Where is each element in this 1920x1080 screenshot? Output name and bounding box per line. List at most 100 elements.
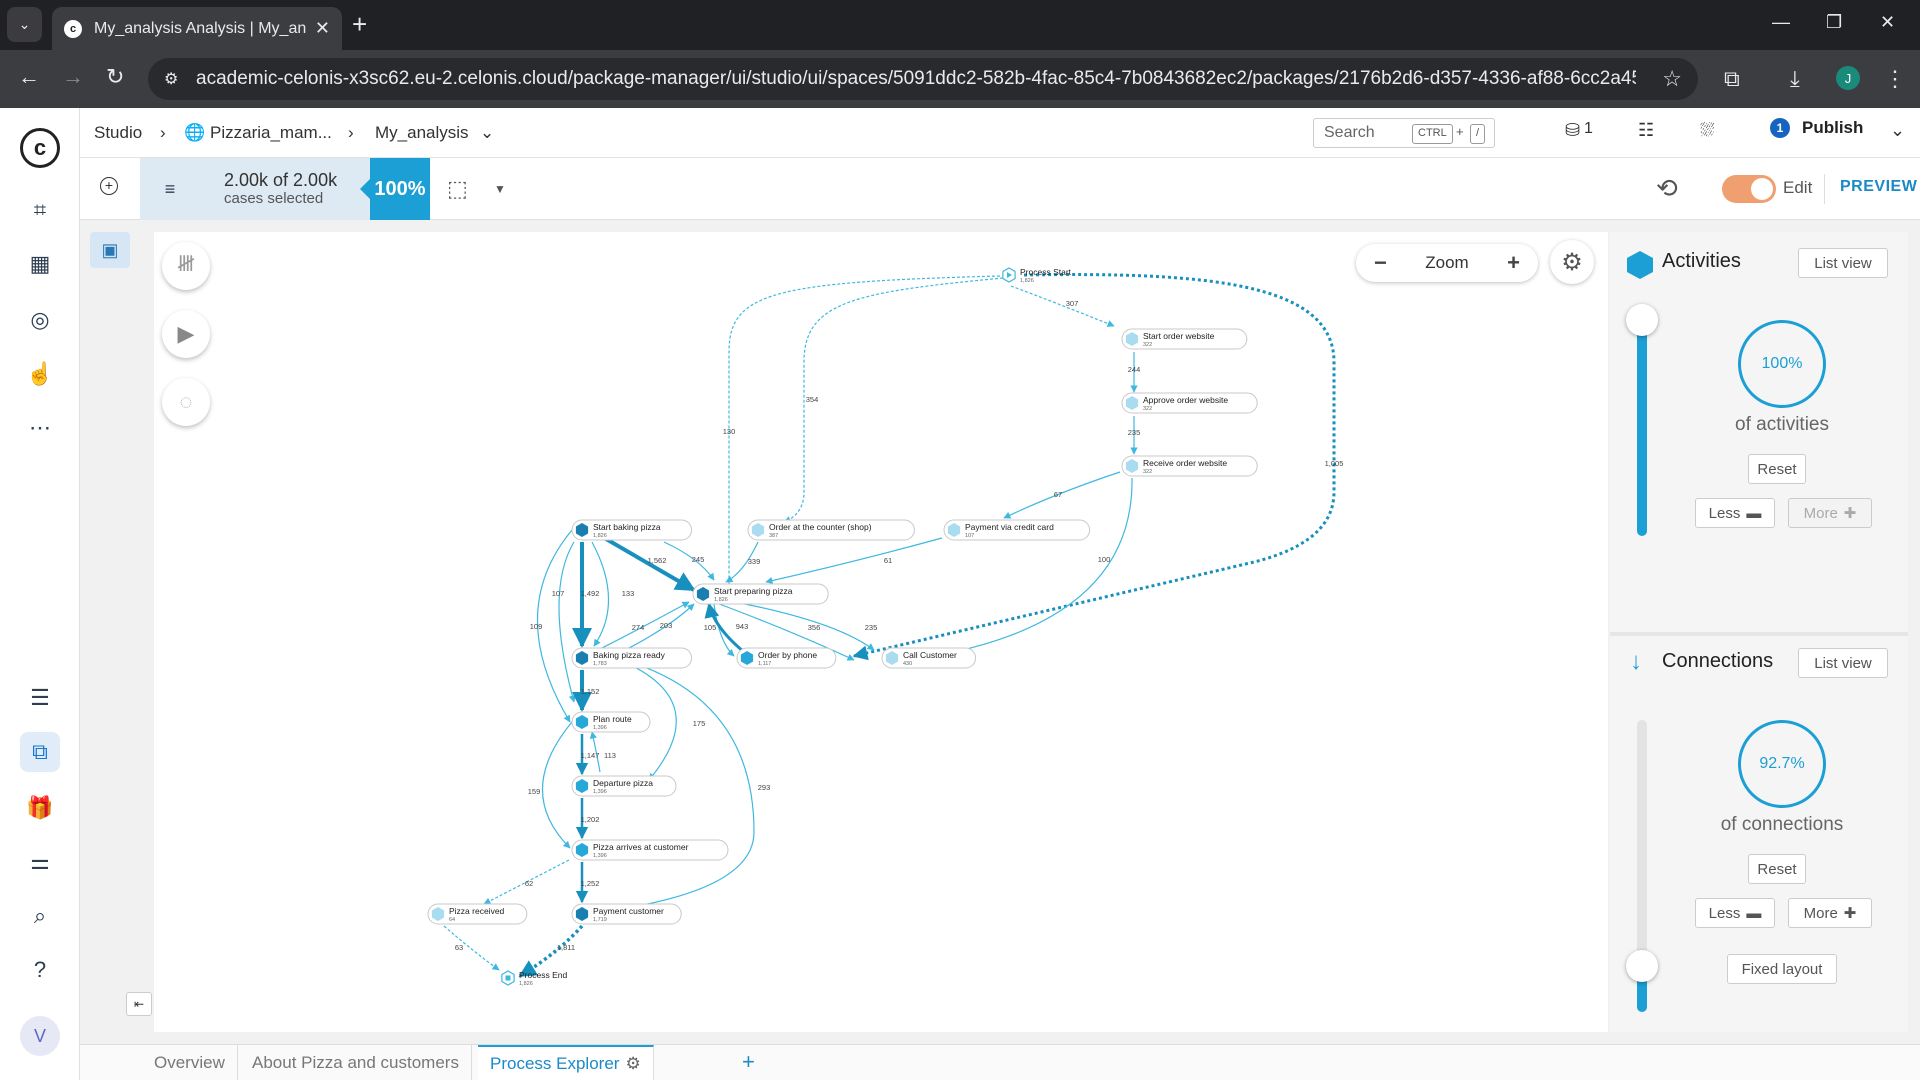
more-dots-icon[interactable]: ⋯ [20,408,60,448]
collapse-panel-icon[interactable]: ⇤ [126,992,152,1016]
selection-tool-icon[interactable]: ⬚ [447,176,468,202]
activity-node[interactable]: Start baking pizza1,826 [571,519,693,541]
publish-button[interactable]: 1 Publish [1770,118,1863,138]
graph-edge[interactable] [443,925,500,971]
activity-node[interactable]: Pizza arrives at customer1,396 [571,839,729,861]
download-icon[interactable]: ⤓ [1790,66,1800,92]
play-animation-icon[interactable]: ▶ [162,310,210,358]
connections-list-view-button[interactable]: List view [1798,648,1888,678]
connections-reset-button[interactable]: Reset [1748,854,1806,884]
compass-icon[interactable]: ◎ [20,300,60,340]
add-tab-button[interactable]: + [742,1049,755,1075]
frequency-tally-icon[interactable]: 𝍸 [162,242,210,290]
browser-menu-icon[interactable]: ⋮ [1884,66,1906,92]
activity-node[interactable]: Departure pizza1,396 [571,775,677,797]
database-icon[interactable]: ⛁ [1565,120,1580,141]
case-selection[interactable]: 2.00k of 2.00k cases selected [200,158,370,220]
activity-node[interactable]: Baking pizza ready1,783 [571,647,693,669]
activity-node[interactable]: Payment via credit card107 [943,519,1091,541]
activities-less-button[interactable]: Less ▬ [1695,498,1775,528]
back-icon[interactable]: ← [18,64,40,90]
activities-slider-track[interactable] [1637,308,1647,536]
graph-edge[interactable] [592,530,696,592]
tab-process-explorer[interactable]: Process Explorer ⚙ [478,1045,654,1080]
studio-icon[interactable]: ⧉ [20,732,60,772]
tab-overview[interactable]: Overview [142,1045,238,1080]
activity-node[interactable]: Call Customer430 [881,647,977,669]
celonis-logo[interactable]: c [20,128,60,168]
gift-icon[interactable]: 🎁 [20,788,60,828]
bookmark-star-icon[interactable]: ☆ [1662,66,1682,92]
minimize-icon[interactable]: — [1772,12,1790,33]
history-icon[interactable]: ⟲ [1656,173,1678,204]
restore-icon[interactable]: ❐ [1826,12,1842,33]
scan-icon[interactable]: ⌗ [20,190,60,230]
process-graph[interactable]: 307 244 235 354 130 1,005 67 61 100 339 1,562 245 10… [154,232,1608,1032]
activity-node[interactable]: Pizza received64 [427,903,528,925]
tab-gear-icon[interactable]: ⚙ [625,1054,640,1074]
activity-node[interactable]: Process Start1,826 [1002,267,1072,284]
activity-node[interactable]: Start order website322 [1121,328,1248,350]
activity-node[interactable]: Process End1,826 [501,970,568,987]
activity-node[interactable]: Receive order website322 [1121,455,1258,477]
hamburger-menu-icon[interactable]: ≡ [140,158,200,220]
window-close-icon[interactable]: ✕ [1880,12,1895,33]
new-tab-button[interactable]: + [352,10,367,38]
graph-edge[interactable] [541,721,573,849]
zoom-out-button[interactable]: − [1374,250,1387,276]
activity-node[interactable]: Plan route1,396 [571,711,651,733]
graph-edge[interactable] [725,275,1001,593]
browser-tab[interactable]: c My_analysis Analysis | My_analy ✕ [52,7,342,50]
breadcrumb-analysis[interactable]: My_analysis [375,123,469,143]
breadcrumb-package[interactable]: Pizzaria_mam... [210,123,332,143]
search-input[interactable]: Search CTRL + / [1313,118,1495,148]
tab-search-button[interactable]: ⌄ [7,7,42,42]
chevron-down-icon[interactable]: ⌄ [480,123,494,143]
preview-button[interactable]: PREVIEW [1840,178,1917,196]
forward-icon[interactable]: → [62,64,84,90]
connections-more-button[interactable]: More ✚ [1788,898,1872,928]
activity-node[interactable]: Order at the counter (shop)387 [747,519,915,541]
user-avatar[interactable]: V [20,1016,60,1056]
publish-chevron-icon[interactable]: ⌄ [1890,120,1905,141]
address-bar[interactable]: ⚙ academic-celonis-x3sc62.eu-2.celonis.c… [148,58,1698,100]
connections-slider-knob[interactable] [1626,950,1658,982]
graph-edge[interactable] [852,273,1336,661]
graph-edge[interactable] [1010,285,1115,327]
close-tab-icon[interactable]: ✕ [315,18,330,39]
graph-edge[interactable] [663,541,715,581]
fixed-layout-button[interactable]: Fixed layout [1727,954,1837,984]
checklist-icon[interactable]: ☷ [1638,120,1654,141]
connections-less-button[interactable]: Less ▬ [1695,898,1775,928]
breadcrumb-studio[interactable]: Studio [94,123,142,143]
site-info-icon[interactable]: ⚙ [164,69,178,89]
process-canvas[interactable]: 307 244 235 354 130 1,005 67 61 100 339 1,562 245 10… [154,232,1608,1032]
activities-list-view-button[interactable]: List view [1798,248,1888,278]
graph-edge[interactable] [765,537,943,585]
activity-node[interactable]: Approve order website322 [1121,392,1258,414]
activity-node[interactable]: Start preparing pizza1,826 [692,583,829,605]
edit-toggle[interactable] [1722,175,1776,203]
apps-grid-icon[interactable]: ▦ [20,244,60,284]
graph-edge[interactable] [558,541,576,703]
profile-avatar[interactable]: J [1836,66,1860,90]
hand-pointer-icon[interactable]: ☝ [20,354,60,394]
data-table-icon[interactable]: ☰ [20,678,60,718]
help-icon[interactable]: ? [20,950,60,990]
process-explorer-tool-icon[interactable]: ▣ [90,232,130,268]
settings-sliders-icon[interactable]: ⚌ [20,842,60,882]
activity-node[interactable]: Payment customer1,719 [571,903,682,925]
reload-icon[interactable]: ↻ [106,64,124,90]
zoom-in-button[interactable]: + [1507,250,1520,276]
add-icon[interactable]: + [100,177,118,195]
cloud-sync-icon[interactable]: ⛆ [1700,120,1714,141]
graph-edge[interactable] [953,477,1133,655]
activity-node[interactable]: Order by phone1,117 [736,647,837,669]
activities-slider-knob[interactable] [1626,304,1658,336]
graph-settings-gear-icon[interactable]: ⚙ [1550,240,1594,284]
caret-down-icon[interactable]: ▼ [494,182,506,196]
activities-more-button[interactable]: More ✚ [1788,498,1872,528]
tab-about-pizza[interactable]: About Pizza and customers [240,1045,472,1080]
extensions-icon[interactable]: ⧉ [1724,66,1740,92]
search-icon[interactable]: ⌕ [20,896,60,936]
